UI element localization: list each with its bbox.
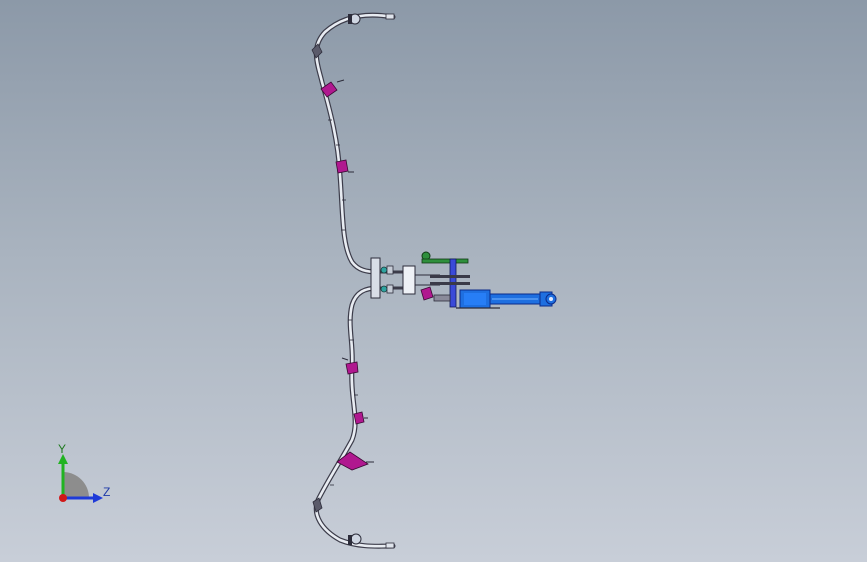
- x-axis-dot: [59, 494, 67, 502]
- triad-quadrant: [63, 472, 89, 498]
- lower-tube[interactable]: [313, 285, 412, 549]
- y-axis-label: Y: [58, 442, 67, 456]
- orientation-triad[interactable]: Y Z: [48, 440, 118, 510]
- model-canvas[interactable]: [0, 0, 867, 562]
- upper-tube[interactable]: [313, 12, 412, 275]
- hydraulic-cylinder[interactable]: [456, 289, 557, 309]
- pipe-clamp[interactable]: [335, 159, 354, 174]
- pipe-clamp[interactable]: [311, 43, 323, 59]
- pipe-clamp[interactable]: [353, 411, 368, 425]
- z-axis-label: Z: [103, 485, 111, 499]
- z-axis-arrowhead: [93, 493, 103, 503]
- graphics-viewport[interactable]: Y Z: [0, 0, 867, 562]
